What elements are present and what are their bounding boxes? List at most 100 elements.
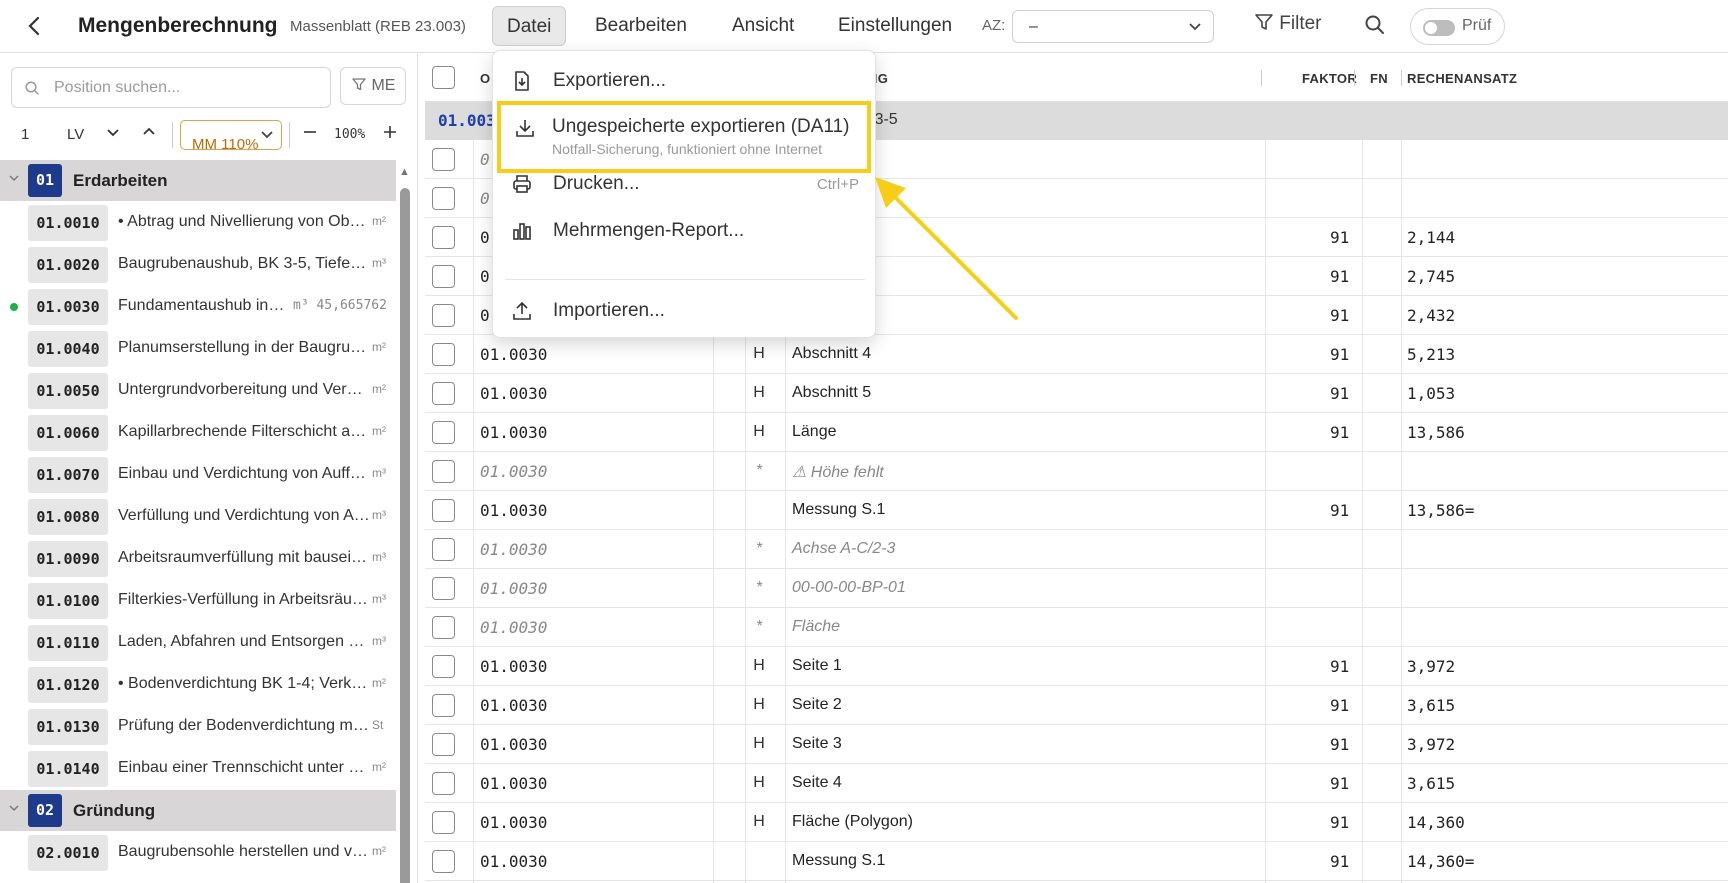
tree-item[interactable]: 01.0130 Prüfung der Bodenverdichtung mit …: [0, 706, 396, 748]
toggle-switch[interactable]: [1423, 20, 1455, 36]
position-search-input[interactable]: Position suchen...: [11, 67, 331, 108]
row-checkbox[interactable]: [432, 304, 455, 327]
row-checkbox[interactable]: [432, 616, 455, 639]
tree-item[interactable]: 01.0140 Einbau einer Trennschicht unter B…: [0, 748, 396, 790]
row-checkbox[interactable]: [432, 265, 455, 288]
cell-fn[interactable]: 91: [1330, 228, 1349, 247]
cell-bezeichnung[interactable]: Abschnitt 4: [792, 345, 871, 363]
row-checkbox[interactable]: [432, 343, 455, 366]
cell-rechenansatz[interactable]: 3,615: [1407, 774, 1455, 793]
col-resizer[interactable]: [1354, 70, 1355, 86]
row-checkbox[interactable]: [432, 382, 455, 405]
table-row[interactable]: 01.0030 H Seite 4 91 3,615: [425, 764, 1728, 803]
chevron-down-icon[interactable]: [8, 172, 20, 187]
cell-bezeichnung[interactable]: Seite 1: [792, 657, 842, 675]
table-row[interactable]: 01.0030 H Seite 2 91 3,615: [425, 686, 1728, 725]
menu-item-report[interactable]: Mehrmengen-Report...: [493, 208, 877, 252]
chevron-down-icon[interactable]: [105, 124, 121, 144]
tree-item[interactable]: 01.0050 Untergrundvorbereitung und Verdic…: [0, 370, 396, 412]
table-row[interactable]: 01.0030 Messung S.1 91 13,586=: [425, 491, 1728, 530]
table-row[interactable]: 01.0030 * Fläche: [425, 608, 1728, 647]
tree-item[interactable]: 01.0080 Verfüllung und Verdichtung von Ar…: [0, 496, 396, 538]
table-row[interactable]: 01.0030 H Abschnitt 5 91 1,053: [425, 374, 1728, 413]
cell-bezeichnung[interactable]: Seite 3: [792, 735, 842, 753]
mm-select[interactable]: MM 110%: [180, 120, 282, 153]
cell-bezeichnung[interactable]: Abschnitt 5: [792, 384, 871, 402]
tree-item[interactable]: 01.0120 • Bodenverdichtung BK 1-4; Verkeh…: [0, 664, 396, 706]
cell-rechenansatz[interactable]: 13,586=: [1407, 501, 1474, 520]
cell-fn[interactable]: 91: [1330, 306, 1349, 325]
cell-fn[interactable]: 91: [1330, 696, 1349, 715]
table-row[interactable]: 01.0030 H Seite 1 91 3,972: [425, 647, 1728, 686]
cell-rechenansatz[interactable]: 13,586: [1407, 423, 1465, 442]
cell-rechenansatz[interactable]: 2,745: [1407, 267, 1455, 286]
lv-button[interactable]: LV: [67, 126, 84, 143]
row-checkbox[interactable]: [432, 226, 455, 249]
table-row[interactable]: 01.0030 H Seite 3 91 3,972: [425, 725, 1728, 764]
tree-item[interactable]: 01.0070 Einbau und Verdichtung von Auffül…: [0, 454, 396, 496]
cell-fn[interactable]: 91: [1330, 813, 1349, 832]
col-faktor[interactable]: FAKTOR: [1302, 71, 1357, 86]
menu-item-export-unsaved[interactable]: Ungespeicherte exportieren (DA11) Notfal…: [497, 101, 871, 173]
table-row[interactable]: 01.0030 * 00-00-00-BP-01: [425, 569, 1728, 608]
cell-bezeichnung[interactable]: Länge: [792, 423, 837, 441]
chevron-down-icon[interactable]: [8, 802, 20, 817]
chevron-up-icon[interactable]: [141, 124, 157, 144]
cell-rechenansatz[interactable]: 1,053: [1407, 384, 1455, 403]
cell-fn[interactable]: 91: [1330, 774, 1349, 793]
col-resizer[interactable]: [1401, 70, 1402, 86]
select-all-checkbox[interactable]: [432, 66, 455, 89]
cell-bezeichnung[interactable]: Fläche: [792, 618, 840, 636]
cell-rechenansatz[interactable]: 3,972: [1407, 657, 1455, 676]
cell-rechenansatz[interactable]: 14,360: [1407, 813, 1465, 832]
cell-bezeichnung[interactable]: Messung S.1: [792, 501, 885, 519]
cell-rechenansatz[interactable]: 5,213: [1407, 345, 1455, 364]
cell-bezeichnung[interactable]: Achse A-C/2-3: [792, 540, 895, 558]
cell-rechenansatz[interactable]: 3,972: [1407, 735, 1455, 754]
tree-item[interactable]: 01.0010 • Abtrag und Nivellierung von Obe…: [0, 202, 396, 244]
tree-item[interactable]: 01.0040 Planumserstellung in der Baugrube…: [0, 328, 396, 370]
cell-fn[interactable]: 91: [1330, 501, 1349, 520]
zoom-out-icon[interactable]: [302, 124, 318, 144]
cell-bezeichnung[interactable]: ⚠ Höhe fehlt: [792, 462, 884, 482]
cell-rechenansatz[interactable]: 2,144: [1407, 228, 1455, 247]
row-checkbox[interactable]: [432, 772, 455, 795]
row-checkbox[interactable]: [432, 694, 455, 717]
menu-einstellungen[interactable]: Einstellungen: [824, 6, 966, 46]
table-row[interactable]: 01.0030 * Achse A-C/2-3: [425, 530, 1728, 569]
row-checkbox[interactable]: [432, 148, 455, 171]
table-row[interactable]: 01.0030 H Abschnitt 4 91 5,213: [425, 335, 1728, 374]
row-checkbox[interactable]: [432, 733, 455, 756]
page-number[interactable]: 1: [21, 126, 29, 143]
col-resizer[interactable]: [1261, 70, 1262, 86]
tree-item[interactable]: 02.0010 Baugrubensohle herstellen und ver…: [0, 832, 396, 874]
row-checkbox[interactable]: [432, 655, 455, 678]
tree-item[interactable]: 01.0090 Arbeitsraumverfüllung mit bauseit…: [0, 538, 396, 580]
cell-fn[interactable]: 91: [1330, 345, 1349, 364]
tree-group[interactable]: 01 Erdarbeiten: [0, 160, 396, 201]
tree-item[interactable]: 01.0020 Baugrubenaushub, BK 3-5, Tiefe bi…: [0, 244, 396, 286]
row-checkbox[interactable]: [432, 499, 455, 522]
col-oz[interactable]: O: [480, 71, 490, 86]
tree-item[interactable]: 01.0110 Laden, Abfahren und Entsorgen von…: [0, 622, 396, 664]
az-select[interactable]: –: [1012, 10, 1214, 43]
menu-bearbeiten[interactable]: Bearbeiten: [581, 6, 701, 46]
tree-group[interactable]: 02 Gründung: [0, 790, 396, 831]
cell-fn[interactable]: 91: [1330, 267, 1349, 286]
row-checkbox[interactable]: [432, 421, 455, 444]
cell-bezeichnung[interactable]: Seite 2: [792, 696, 842, 714]
row-checkbox[interactable]: [432, 538, 455, 561]
zoom-in-icon[interactable]: [382, 124, 398, 144]
cell-bezeichnung[interactable]: Fläche (Polygon): [792, 813, 913, 831]
table-row[interactable]: 01.0030 Messung S.1 91 14,360=: [425, 842, 1728, 881]
menu-item-import[interactable]: Importieren...: [493, 288, 877, 332]
cell-rechenansatz[interactable]: 2,432: [1407, 306, 1455, 325]
row-checkbox[interactable]: [432, 811, 455, 834]
col-fn[interactable]: FN: [1370, 71, 1388, 86]
cell-fn[interactable]: 91: [1330, 735, 1349, 754]
row-checkbox[interactable]: [432, 460, 455, 483]
filter-button[interactable]: Filter: [1254, 12, 1322, 35]
menu-ansicht[interactable]: Ansicht: [718, 6, 808, 46]
cell-fn[interactable]: 91: [1330, 423, 1349, 442]
cell-rechenansatz[interactable]: 14,360=: [1407, 852, 1474, 871]
